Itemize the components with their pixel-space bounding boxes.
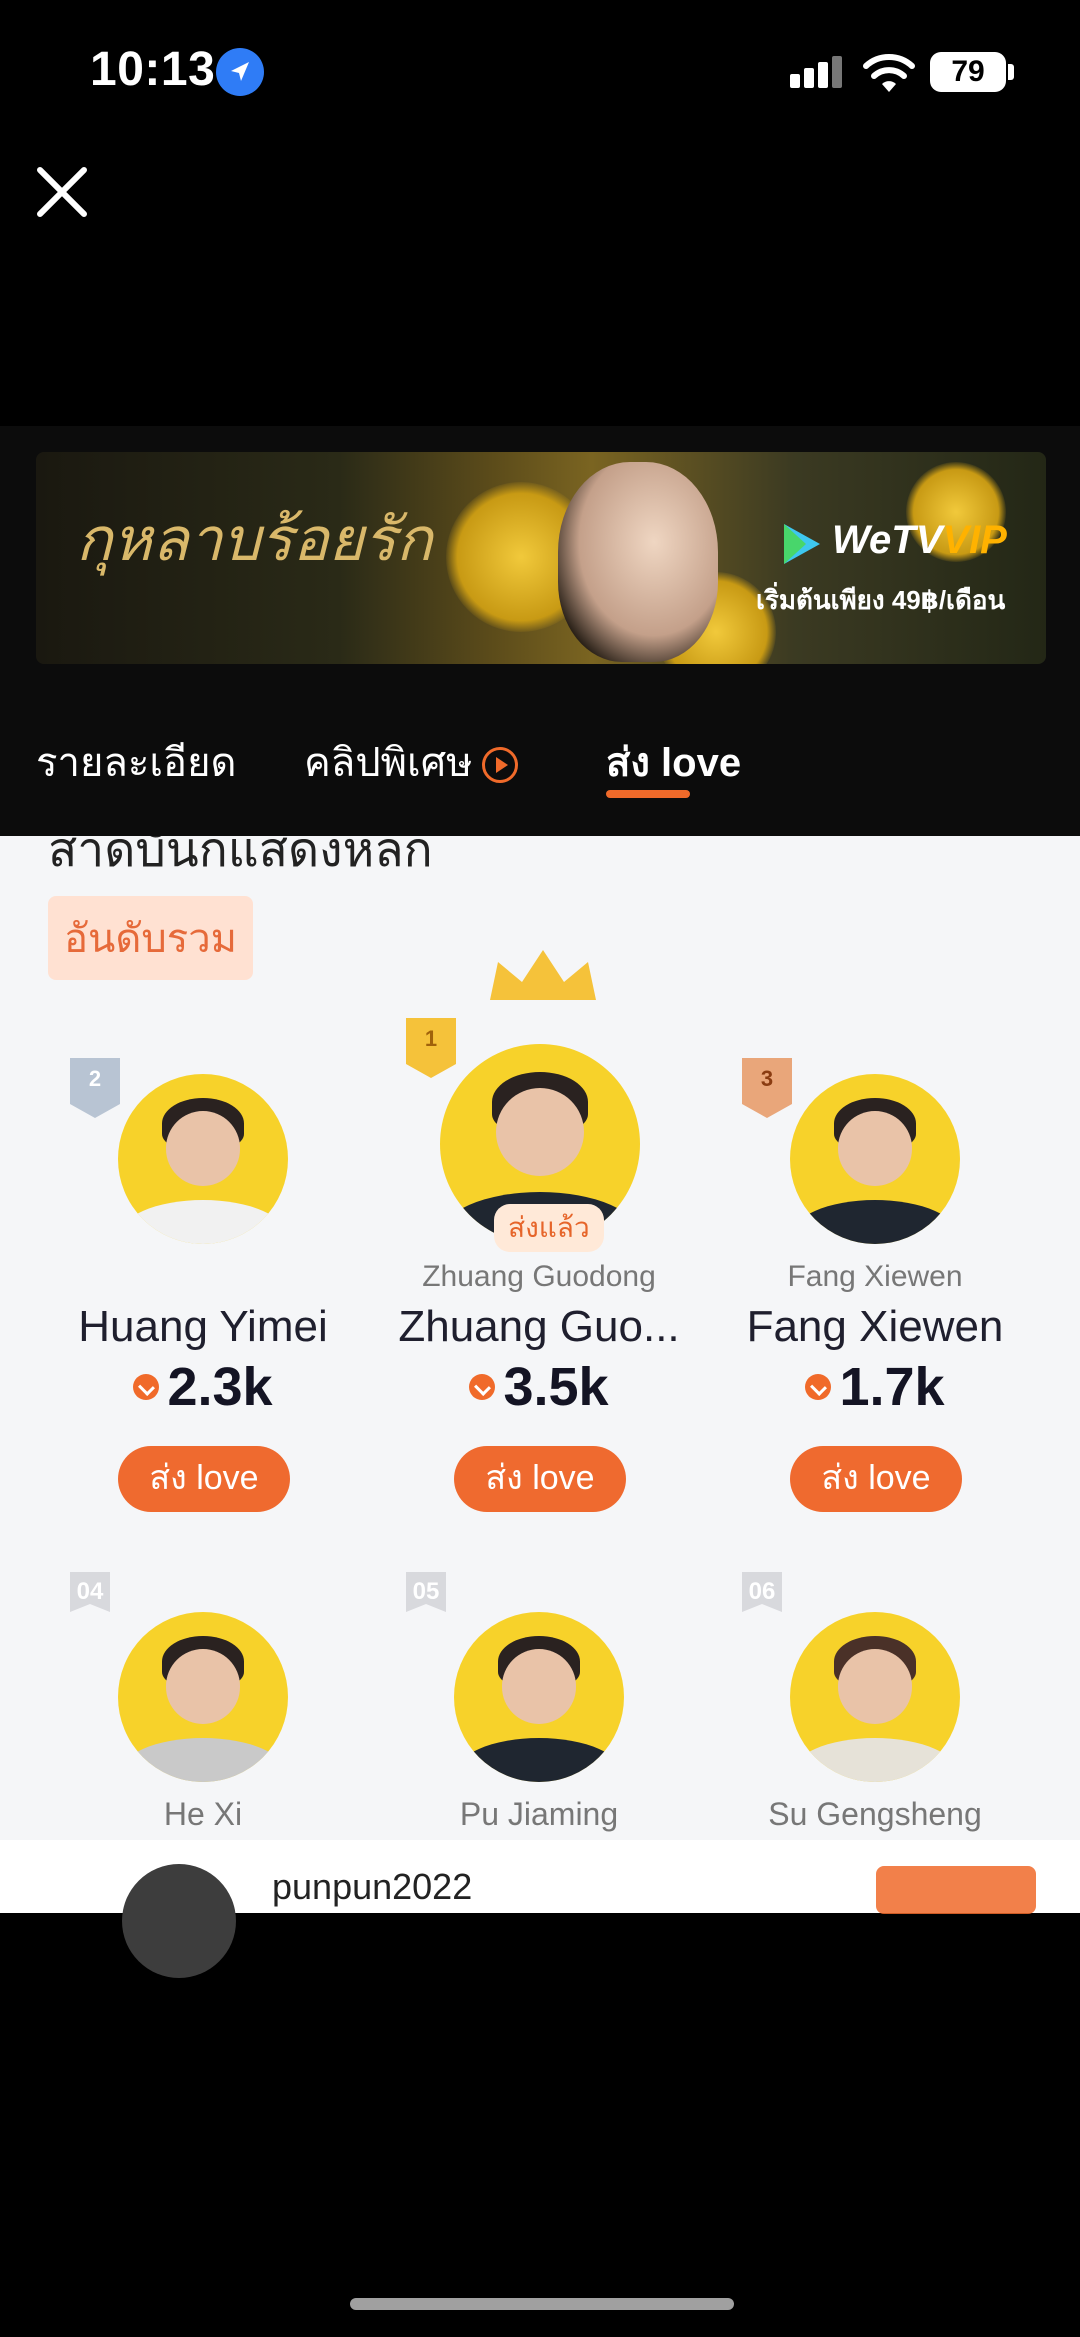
- avatar-face: [496, 1088, 584, 1176]
- wetv-brand-text: WeTV: [832, 518, 943, 562]
- banner-title: กุหลาบร้อยรัก: [76, 505, 433, 575]
- cellular-signal-icon: [788, 56, 844, 92]
- location-arrow-icon: [216, 48, 264, 96]
- wifi-icon: [862, 50, 916, 94]
- sent-badge: ส่งแล้ว: [494, 1204, 604, 1252]
- gold-medal-icon: 1: [406, 1018, 456, 1078]
- username: punpun2022: [272, 1866, 473, 1907]
- wetv-vip-text: VIP: [942, 518, 1007, 562]
- love-score: 2.3k: [48, 1356, 358, 1418]
- candidate-name: Pu Jiaming: [459, 1796, 619, 1832]
- silver-medal-icon: 2: [70, 1058, 120, 1118]
- tab-send-love[interactable]: ส่ง love: [606, 730, 741, 794]
- tab-special-clips[interactable]: คลิปพิเศษ: [304, 730, 519, 794]
- heart-icon: [133, 1373, 160, 1400]
- avatar-face: [501, 1649, 577, 1725]
- candidate-subname: Fang Xiewen: [787, 1260, 963, 1293]
- wetv-brand: WeTVVIP: [832, 518, 1007, 563]
- battery-indicator: 79: [930, 52, 1006, 92]
- candidate-name: Zhuang Guo...: [398, 1302, 680, 1351]
- candidate-name: Huang Yimei: [78, 1302, 328, 1351]
- avatar-face: [165, 1111, 241, 1187]
- avatar: [118, 1074, 288, 1244]
- avatar-body: [454, 1737, 624, 1782]
- medal-rank: 3: [760, 1066, 774, 1091]
- avatar-face: [165, 1649, 241, 1725]
- medal-rank: 2: [88, 1066, 102, 1091]
- status-time: 10:13: [90, 43, 216, 96]
- comment-overlay: punpun2022: [0, 1840, 1080, 1978]
- candidate-name: He Xi: [163, 1796, 243, 1832]
- crown-icon: [484, 946, 602, 1004]
- avatar-body: [790, 1199, 960, 1244]
- love-score-value: 2.3k: [167, 1357, 273, 1417]
- send-love-button[interactable]: ส่ง love: [118, 1446, 290, 1512]
- home-indicator[interactable]: [350, 2298, 734, 2310]
- user-avatar: [122, 1864, 236, 1978]
- love-score-value: 1.7k: [839, 1357, 945, 1417]
- close-icon[interactable]: [34, 164, 90, 220]
- tab-bar: รายละเอียด คลิปพิเศษ ส่ง love: [0, 718, 1080, 808]
- candidate-subname: Zhuang Guodong: [422, 1260, 656, 1293]
- avatar-body: [790, 1737, 960, 1782]
- avatar: [790, 1074, 960, 1244]
- candidate-name: Fang Xiewen: [746, 1302, 1004, 1351]
- section-heading: สาดบันกแสดงหลก: [48, 836, 433, 877]
- avatar: [118, 1612, 288, 1782]
- avatar-face: [837, 1111, 913, 1187]
- love-score-value: 3.5k: [503, 1357, 609, 1417]
- banner-price-text: เริ่มต้นเพียง 49฿/เดือน: [756, 585, 1006, 615]
- heart-icon: [805, 1373, 832, 1400]
- send-love-button[interactable]: ส่ง love: [454, 1446, 626, 1512]
- avatar: [790, 1612, 960, 1782]
- avatar-body: [118, 1737, 288, 1782]
- heart-icon: [469, 1373, 496, 1400]
- candidate-name: Su Gengsheng: [768, 1796, 982, 1832]
- wetv-play-icon: [776, 520, 824, 568]
- battery-nub: [1008, 64, 1014, 80]
- overall-ranking-label: อันดับรวม: [48, 896, 254, 980]
- medal-rank: 1: [424, 1026, 438, 1051]
- overlay-action-button[interactable]: [876, 1866, 1036, 1914]
- banner-actress-image: [558, 462, 718, 662]
- avatar-body: [118, 1199, 288, 1244]
- play-circle-icon: [482, 747, 519, 784]
- tab-details[interactable]: รายละเอียด: [36, 730, 237, 794]
- vip-banner[interactable]: กุหลาบร้อยรัก WeTVVIP เริ่มต้นเพียง 49฿/…: [36, 452, 1046, 664]
- avatar: [454, 1612, 624, 1782]
- status-bar: 10:13 79: [0, 0, 1080, 140]
- avatar-face: [837, 1649, 913, 1725]
- bronze-medal-icon: 3: [742, 1058, 792, 1118]
- tab-special-clips-label: คลิปพิเศษ: [304, 741, 473, 785]
- active-tab-indicator: [606, 790, 690, 798]
- send-love-button[interactable]: ส่ง love: [790, 1446, 962, 1512]
- love-score: 3.5k: [384, 1356, 694, 1418]
- love-score: 1.7k: [720, 1356, 1030, 1418]
